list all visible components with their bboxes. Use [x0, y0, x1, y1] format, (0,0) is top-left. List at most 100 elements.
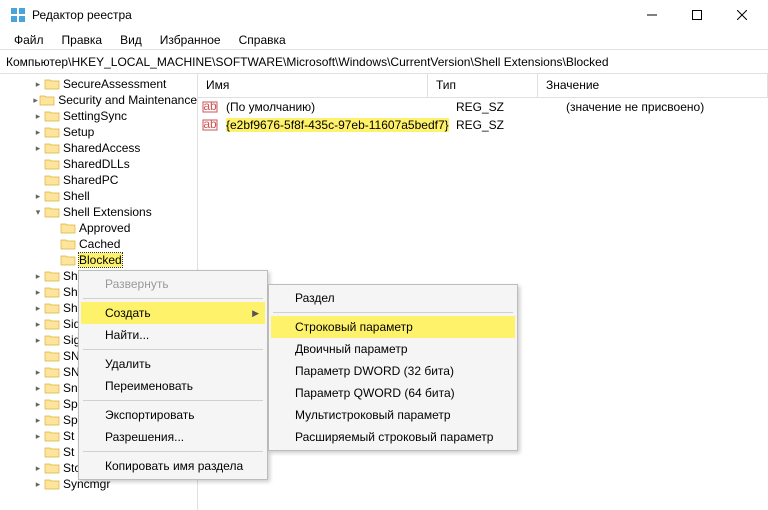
col-header-name[interactable]: Имя [198, 74, 428, 97]
ctx-sep [83, 349, 263, 350]
ctx-find[interactable]: Найти... [81, 324, 265, 346]
tree-item[interactable]: Cached [0, 236, 197, 252]
app-icon [10, 7, 26, 23]
tree-item[interactable]: ▸ Setup [0, 124, 197, 140]
tree-item[interactable]: SharedPC [0, 172, 197, 188]
folder-icon [44, 109, 60, 123]
value-name: (По умолчанию) [220, 100, 450, 114]
maximize-button[interactable] [674, 0, 719, 30]
window-title: Редактор реестра [32, 8, 629, 22]
ctx-rename[interactable]: Переименовать [81, 375, 265, 397]
tree-label: Shell Extensions [63, 205, 152, 219]
sub-dword[interactable]: Параметр DWORD (32 бита) [271, 360, 515, 382]
twisty-icon[interactable]: ▸ [32, 95, 39, 106]
folder-icon [44, 397, 60, 411]
folder-icon [44, 173, 60, 187]
twisty-icon[interactable]: ▸ [32, 191, 44, 202]
sub-expand[interactable]: Расширяемый строковый параметр [271, 426, 515, 448]
ctx-export[interactable]: Экспортировать [81, 404, 265, 426]
twisty-icon[interactable]: ▸ [32, 383, 44, 394]
tree-label: Security and Maintenance [58, 93, 197, 107]
main-area: ▸SecureAssessment▸Security and Maintenan… [0, 74, 768, 510]
menu-help[interactable]: Справка [231, 31, 294, 49]
ctx-permissions[interactable]: Разрешения... [81, 426, 265, 448]
minimize-button[interactable] [629, 0, 674, 30]
twisty-icon[interactable]: ▸ [32, 479, 44, 490]
menu-favorites[interactable]: Избранное [152, 31, 229, 49]
ctx-copy-key[interactable]: Копировать имя раздела [81, 455, 265, 477]
sub-qword[interactable]: Параметр QWORD (64 бита) [271, 382, 515, 404]
ctx-expand[interactable]: Развернуть [81, 273, 265, 295]
tree-item[interactable]: ▸SecureAssessment [0, 76, 197, 92]
value-data: (значение не присвоено) [560, 100, 768, 114]
tree-item[interactable]: ▾ Shell Extensions [0, 204, 197, 220]
folder-icon [44, 285, 60, 299]
sub-binary[interactable]: Двоичный параметр [271, 338, 515, 360]
twisty-icon[interactable]: ▸ [32, 303, 44, 314]
sub-string[interactable]: Строковый параметр [271, 316, 515, 338]
folder-icon [44, 317, 60, 331]
context-menu-key: Развернуть Создать▶ Найти... Удалить Пер… [78, 270, 268, 480]
col-header-value[interactable]: Значение [538, 74, 768, 97]
value-row[interactable]: ab(По умолчанию)REG_SZ(значение не присв… [198, 98, 768, 116]
sub-multi[interactable]: Мультистроковый параметр [271, 404, 515, 426]
value-row[interactable]: ab{e2bf9676-5f8f-435c-97eb-11607a5bedf7}… [198, 116, 768, 134]
menu-view[interactable]: Вид [112, 31, 150, 49]
twisty-icon[interactable]: ▸ [32, 111, 44, 122]
folder-icon [44, 461, 60, 475]
twisty-icon[interactable]: ▸ [32, 415, 44, 426]
twisty-icon[interactable]: ▸ [32, 79, 44, 90]
tree-label: St [63, 429, 74, 443]
string-value-icon: ab [202, 117, 218, 133]
list-header: Имя Тип Значение [198, 74, 768, 98]
tree-label: SharedAccess [63, 141, 140, 155]
string-value-icon: ab [202, 99, 218, 115]
tree-item[interactable]: SharedDLLs [0, 156, 197, 172]
menu-edit[interactable]: Правка [54, 31, 111, 49]
tree-label: Sh [63, 301, 78, 315]
address-path: Компьютер\HKEY_LOCAL_MACHINE\SOFTWARE\Mi… [6, 55, 609, 69]
twisty-icon[interactable]: ▸ [32, 463, 44, 474]
tree-item[interactable]: ▸ Security and Maintenance [0, 92, 197, 108]
twisty-icon[interactable]: ▸ [32, 399, 44, 410]
value-name: {e2bf9676-5f8f-435c-97eb-11607a5bedf7} [220, 118, 450, 132]
twisty-icon[interactable]: ▸ [32, 431, 44, 442]
sub-key[interactable]: Раздел [271, 287, 515, 309]
tree-item[interactable]: Approved [0, 220, 197, 236]
tree-item[interactable]: ▸ SharedAccess [0, 140, 197, 156]
folder-icon [44, 141, 60, 155]
svg-text:ab: ab [203, 99, 217, 113]
tree-label: St [63, 445, 74, 459]
ctx-new[interactable]: Создать▶ [81, 302, 265, 324]
folder-icon [44, 445, 60, 459]
col-header-type[interactable]: Тип [428, 74, 538, 97]
addressbar[interactable]: Компьютер\HKEY_LOCAL_MACHINE\SOFTWARE\Mi… [0, 50, 768, 74]
tree-label: Setup [63, 125, 94, 139]
twisty-icon[interactable]: ▾ [32, 207, 44, 218]
twisty-icon[interactable]: ▸ [32, 287, 44, 298]
twisty-icon[interactable]: ▸ [32, 319, 44, 330]
tree-item[interactable]: ▸ SettingSync [0, 108, 197, 124]
ctx-delete[interactable]: Удалить [81, 353, 265, 375]
tree-label: Sp [63, 397, 78, 411]
twisty-icon[interactable]: ▸ [32, 127, 44, 138]
tree-label: SettingSync [63, 109, 127, 123]
close-button[interactable] [719, 0, 764, 30]
menu-file[interactable]: Файл [6, 31, 52, 49]
folder-icon [44, 429, 60, 443]
tree-label: Sh [63, 269, 78, 283]
tree-item[interactable]: ▸ Shell [0, 188, 197, 204]
tree-item[interactable]: Blocked [0, 252, 197, 268]
twisty-icon[interactable]: ▸ [32, 143, 44, 154]
ctx-sep [83, 298, 263, 299]
twisty-icon[interactable]: ▸ [32, 367, 44, 378]
tree-label: Shell [63, 189, 90, 203]
value-type: REG_SZ [450, 100, 560, 114]
folder-icon [44, 365, 60, 379]
twisty-icon[interactable]: ▸ [32, 271, 44, 282]
ctx-sep [273, 312, 513, 313]
menubar: Файл Правка Вид Избранное Справка [0, 30, 768, 50]
tree-label: Sn [63, 381, 78, 395]
tree-label: Blocked [79, 253, 122, 267]
twisty-icon[interactable]: ▸ [32, 335, 44, 346]
